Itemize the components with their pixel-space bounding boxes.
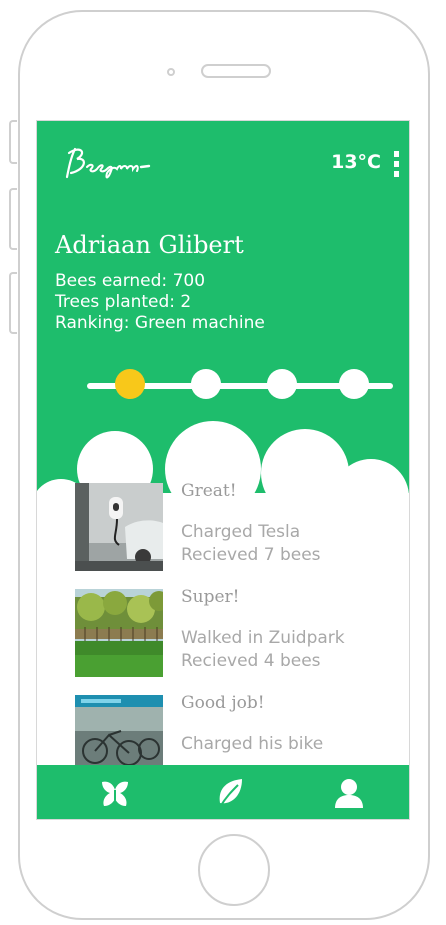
bees-earned: Bees earned: 700 <box>55 271 206 291</box>
more-options-icon[interactable] <box>391 151 401 177</box>
list-item[interactable]: Good job! Charged his bike <box>75 693 395 765</box>
nav-leaf-button[interactable] <box>211 775 251 811</box>
app-screen: 13°C Adriaan Glibert Bees earned: 700 Tr… <box>36 120 410 820</box>
phone-mute-switch <box>9 120 17 164</box>
trees-planted: Trees planted: 2 <box>55 292 192 312</box>
bottom-nav <box>37 765 409 819</box>
feed-title: Super! <box>181 587 240 607</box>
park-photo <box>75 589 163 677</box>
progress-step-3[interactable] <box>267 369 297 399</box>
list-item[interactable]: Great! Charged Tesla Recieved 7 bees <box>75 483 395 575</box>
feed-title: Great! <box>181 483 237 501</box>
phone-volume-down <box>9 272 17 334</box>
tesla-charging-photo <box>75 483 163 571</box>
progress-step-1[interactable] <box>115 369 145 399</box>
progress-step-2[interactable] <box>191 369 221 399</box>
temperature-readout: 13°C <box>331 151 381 173</box>
bee-icon <box>102 781 128 806</box>
beegreen-logo[interactable] <box>61 143 153 183</box>
profile-name: Adriaan Glibert <box>55 231 244 259</box>
ranking: Ranking: Green machine <box>55 313 265 333</box>
feed-title: Good job! <box>181 693 265 713</box>
activity-feed[interactable]: Great! Charged Tesla Recieved 7 bees Sup… <box>37 483 409 765</box>
nav-profile-button[interactable] <box>329 775 369 811</box>
leaf-icon <box>219 779 242 808</box>
feed-reward: Recieved 7 bees <box>181 545 321 565</box>
feed-description: Charged his bike <box>181 734 324 754</box>
progress-step-4[interactable] <box>339 369 369 399</box>
phone-volume-up <box>9 188 17 250</box>
nav-bees-button[interactable] <box>95 775 135 811</box>
phone-speaker <box>201 64 271 78</box>
list-item[interactable]: Super! Walked in Zuidpark Recieved 4 bee… <box>75 587 395 681</box>
bike-station-photo <box>75 695 163 765</box>
feed-reward: Recieved 4 bees <box>181 651 321 671</box>
feed-description: Walked in Zuidpark <box>181 628 345 648</box>
phone-camera <box>167 68 175 76</box>
phone-home-button[interactable] <box>198 834 270 906</box>
person-icon <box>335 779 363 808</box>
feed-description: Charged Tesla <box>181 522 301 542</box>
